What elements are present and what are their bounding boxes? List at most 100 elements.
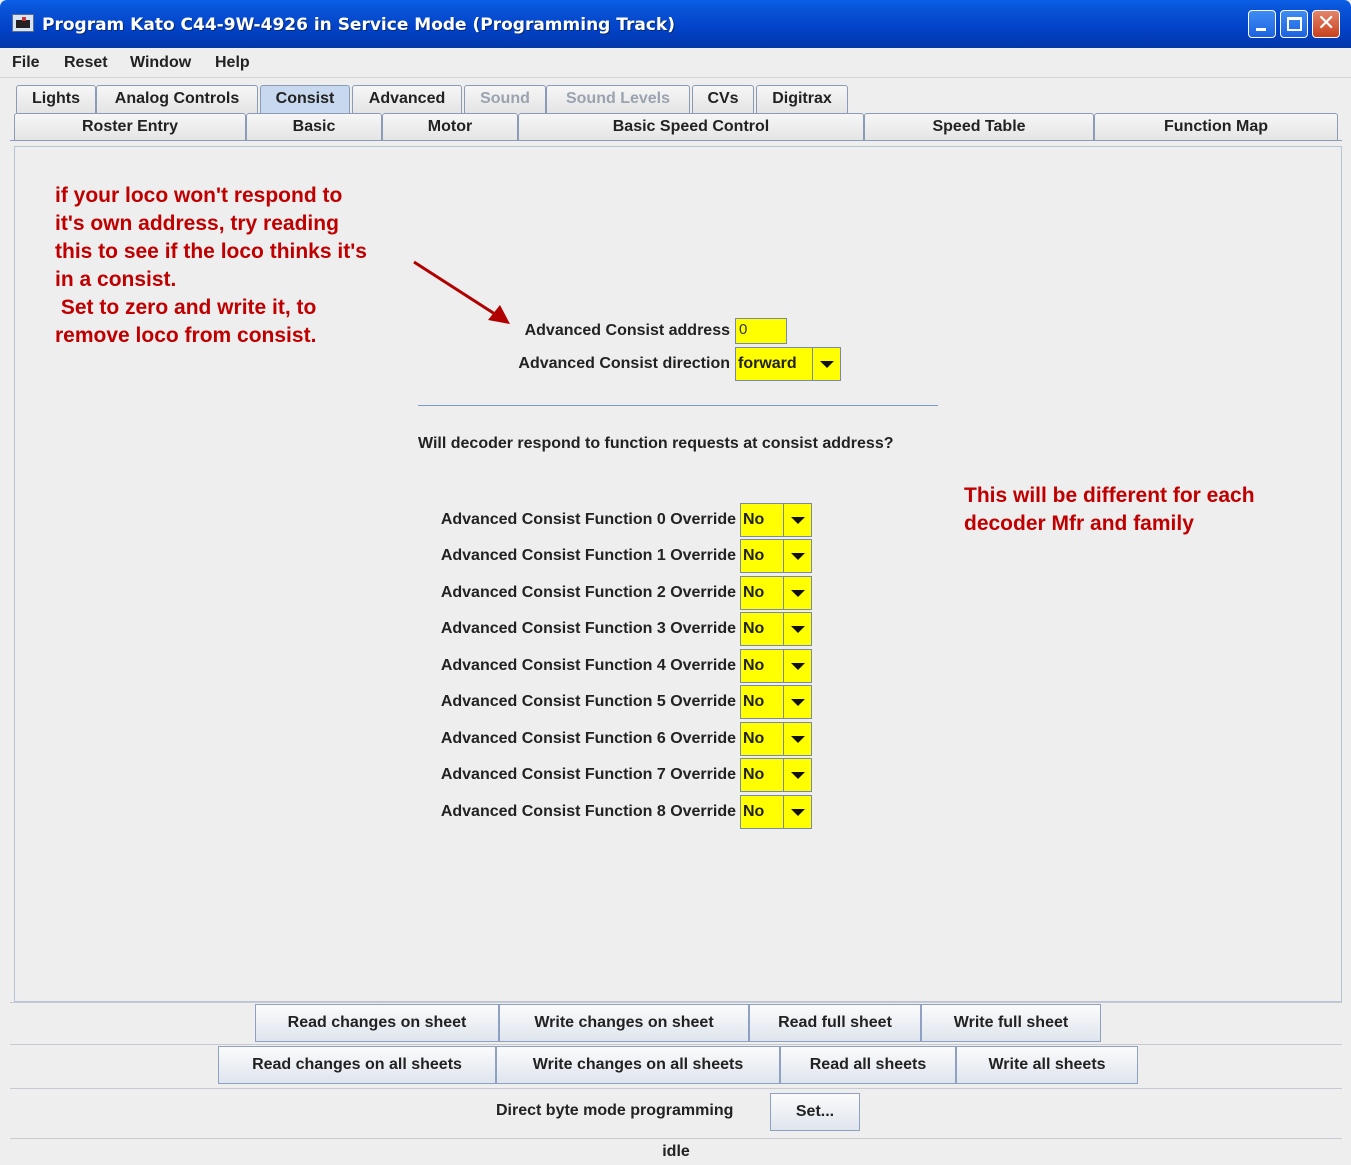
- minimize-button[interactable]: [1248, 10, 1276, 38]
- chevron-down-icon: [791, 590, 805, 597]
- tab-basic-speed-control[interactable]: Basic Speed Control: [518, 113, 864, 141]
- chevron-down-icon: [791, 663, 805, 670]
- menu-reset[interactable]: Reset: [64, 54, 108, 72]
- function-override-select[interactable]: No: [740, 722, 812, 756]
- function-override-value: No: [743, 657, 765, 674]
- read-changes-on-all-sheets-button[interactable]: Read changes on all sheets: [218, 1046, 496, 1084]
- tab-basic[interactable]: Basic: [246, 113, 382, 141]
- programming-mode-label: Direct byte mode programming: [496, 1102, 734, 1119]
- read-all-sheets-button[interactable]: Read all sheets: [780, 1046, 956, 1084]
- function-override-value: No: [743, 693, 765, 710]
- function-override-select[interactable]: No: [740, 576, 812, 610]
- function-override-select[interactable]: No: [740, 795, 812, 829]
- function-override-label: Advanced Consist Function 3 Override: [440, 620, 736, 637]
- annotation-line: this to see if the loco thinks it's: [55, 240, 367, 263]
- dropdown-arrow-button[interactable]: [783, 650, 811, 682]
- tab-row-2: Roster Entry Basic Motor Basic Speed Con…: [0, 113, 1351, 141]
- tab-speed-table[interactable]: Speed Table: [864, 113, 1094, 141]
- annotation-line: it's own address, try reading: [55, 212, 339, 235]
- dropdown-arrow-button[interactable]: [783, 796, 811, 828]
- write-full-sheet-button[interactable]: Write full sheet: [921, 1004, 1101, 1042]
- tab-motor[interactable]: Motor: [382, 113, 518, 141]
- annotation-line: remove loco from consist.: [55, 324, 317, 347]
- dropdown-arrow-button[interactable]: [783, 504, 811, 536]
- annotation-line: Set to zero and write it, to: [55, 296, 317, 319]
- dropdown-arrow-button[interactable]: [783, 759, 811, 791]
- menu-window[interactable]: Window: [130, 54, 191, 72]
- annotation-line: in a consist.: [55, 268, 177, 291]
- function-override-label: Advanced Consist Function 5 Override: [440, 693, 736, 710]
- section-separator: [418, 405, 938, 406]
- close-button[interactable]: ✕: [1312, 10, 1340, 38]
- tab-divider: [10, 140, 1342, 141]
- function-override-value: No: [743, 766, 765, 783]
- chevron-down-icon: [820, 361, 834, 368]
- function-override-select[interactable]: No: [740, 503, 812, 537]
- read-full-sheet-button[interactable]: Read full sheet: [749, 1004, 921, 1042]
- tab-consist[interactable]: Consist: [260, 85, 350, 113]
- tab-row-1: Lights Analog Controls Consist Advanced …: [0, 85, 1351, 113]
- function-override-select[interactable]: No: [740, 649, 812, 683]
- annotation-line: decoder Mfr and family: [964, 512, 1194, 535]
- function-override-value: No: [743, 803, 765, 820]
- write-all-sheets-button[interactable]: Write all sheets: [956, 1046, 1138, 1084]
- status-bar: idle: [10, 1138, 1342, 1165]
- chevron-down-icon: [791, 772, 805, 779]
- tab-cvs[interactable]: CVs: [692, 85, 754, 113]
- write-changes-on-sheet-button[interactable]: Write changes on sheet: [499, 1004, 749, 1042]
- function-override-label: Advanced Consist Function 7 Override: [440, 766, 736, 783]
- chevron-down-icon: [791, 699, 805, 706]
- consist-address-label: Advanced Consist address: [524, 322, 730, 339]
- function-override-question: Will decoder respond to function request…: [418, 435, 894, 452]
- write-changes-on-all-sheets-button[interactable]: Write changes on all sheets: [496, 1046, 780, 1084]
- close-icon: ✕: [1317, 11, 1336, 36]
- read-changes-on-sheet-button[interactable]: Read changes on sheet: [255, 1004, 499, 1042]
- annotation-left: if your loco won't respond to it's own a…: [55, 182, 367, 350]
- dropdown-arrow-button[interactable]: [783, 577, 811, 609]
- set-mode-button[interactable]: Set...: [770, 1093, 860, 1131]
- maximize-icon: [1287, 17, 1302, 31]
- annotation-right: This will be different for each decoder …: [964, 482, 1255, 538]
- chevron-down-icon: [791, 736, 805, 743]
- tab-function-map[interactable]: Function Map: [1094, 113, 1338, 141]
- function-override-select[interactable]: No: [740, 685, 812, 719]
- maximize-button[interactable]: [1280, 10, 1308, 38]
- menu-bar: File Reset Window Help: [0, 48, 1351, 78]
- dropdown-arrow-button[interactable]: [812, 348, 840, 380]
- chevron-down-icon: [791, 809, 805, 816]
- function-override-label: Advanced Consist Function 8 Override: [440, 803, 736, 820]
- function-override-label: Advanced Consist Function 4 Override: [440, 657, 736, 674]
- dropdown-arrow-button[interactable]: [783, 540, 811, 572]
- menu-file[interactable]: File: [12, 54, 40, 72]
- dropdown-arrow-button[interactable]: [783, 613, 811, 645]
- consist-address-field[interactable]: 0: [735, 318, 787, 344]
- chevron-down-icon: [791, 553, 805, 560]
- consist-direction-value: forward: [738, 355, 797, 372]
- chevron-down-icon: [791, 626, 805, 633]
- dropdown-arrow-button[interactable]: [783, 686, 811, 718]
- tab-advanced[interactable]: Advanced: [352, 85, 462, 113]
- function-override-label: Advanced Consist Function 6 Override: [440, 730, 736, 747]
- consist-direction-label: Advanced Consist direction: [518, 355, 730, 372]
- function-override-select[interactable]: No: [740, 539, 812, 573]
- function-override-value: No: [743, 547, 765, 564]
- function-override-value: No: [743, 730, 765, 747]
- title-bar: Program Kato C44-9W-4926 in Service Mode…: [0, 0, 1351, 48]
- function-override-select[interactable]: No: [740, 612, 812, 646]
- tab-lights[interactable]: Lights: [16, 85, 96, 113]
- tab-roster-entry[interactable]: Roster Entry: [14, 113, 246, 141]
- tab-sound: Sound: [464, 85, 546, 113]
- dropdown-arrow-button[interactable]: [783, 723, 811, 755]
- function-override-value: No: [743, 584, 765, 601]
- function-override-select[interactable]: No: [740, 758, 812, 792]
- consist-direction-select[interactable]: forward: [735, 347, 841, 381]
- annotation-line: This will be different for each: [964, 484, 1255, 507]
- locomotive-app-icon: [12, 14, 34, 32]
- function-override-label: Advanced Consist Function 1 Override: [440, 547, 736, 564]
- annotation-line: if your loco won't respond to: [55, 184, 343, 207]
- function-override-label: Advanced Consist Function 0 Override: [440, 511, 736, 528]
- menu-help[interactable]: Help: [215, 54, 250, 72]
- tab-analog-controls[interactable]: Analog Controls: [96, 85, 258, 113]
- tab-digitrax[interactable]: Digitrax: [756, 85, 848, 113]
- annotation-arrow-icon: [413, 260, 510, 324]
